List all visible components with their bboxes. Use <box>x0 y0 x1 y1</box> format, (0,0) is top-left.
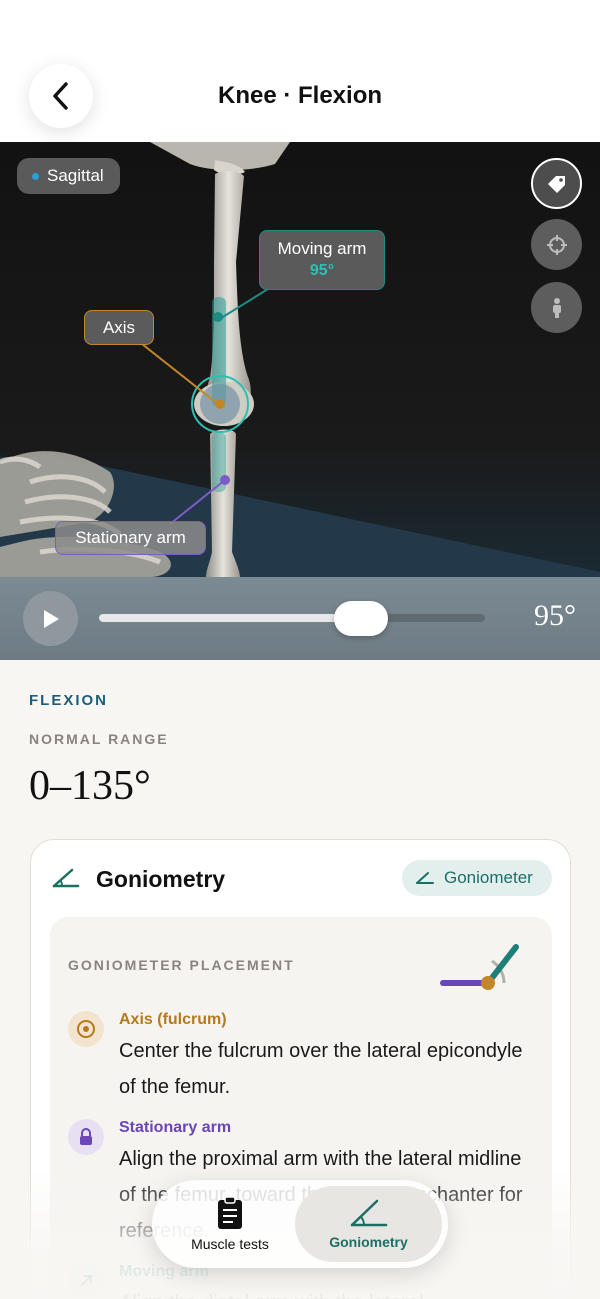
crosshair-icon <box>546 234 567 255</box>
tab-label: Muscle tests <box>191 1236 269 1252</box>
skeleton-illustration <box>0 142 600 577</box>
goniometer-pill-button[interactable]: Goniometer <box>402 860 552 896</box>
recenter-button[interactable] <box>531 219 582 270</box>
step-title: Stationary arm <box>119 1119 232 1136</box>
angle-icon <box>52 868 80 888</box>
play-button[interactable] <box>23 591 78 646</box>
placement-label: GONIOMETER PLACEMENT <box>68 957 295 973</box>
top-bar: Knee · Flexion <box>0 0 600 142</box>
arrow-up-right-icon <box>68 1263 104 1299</box>
card-title: Goniometry <box>96 866 226 892</box>
lock-icon <box>68 1119 104 1155</box>
tag-icon <box>547 175 565 193</box>
normal-range-value: 0–135° <box>29 763 151 809</box>
axis-callout: Axis <box>84 310 154 345</box>
tab-label: Goniometry <box>329 1234 408 1250</box>
plane-label: Sagittal <box>47 166 104 185</box>
labels-toggle-button[interactable] <box>531 158 582 209</box>
body-view-button[interactable] <box>531 282 582 333</box>
goniometer-illustration <box>440 944 519 990</box>
plane-dot <box>32 173 39 180</box>
anatomy-viewer[interactable]: Sagittal Moving arm 95° Axis Stationary … <box>0 142 600 577</box>
angle-slider-track[interactable] <box>99 614 485 622</box>
page-title: Knee · Flexion <box>217 82 383 109</box>
play-icon <box>43 609 59 628</box>
angle-slider-fill <box>99 614 362 622</box>
person-icon <box>552 297 561 318</box>
tab-goniometry[interactable]: Goniometry <box>295 1186 442 1262</box>
stationary-arm-callout: Stationary arm <box>55 521 206 555</box>
tab-muscle-tests[interactable]: Muscle tests <box>160 1186 300 1262</box>
normal-range-label: NORMAL RANGE <box>29 731 169 747</box>
moving-arm-value: 95° <box>309 262 335 279</box>
step-text: Align the distal arm with the lateral <box>119 1285 539 1299</box>
motion-kicker: FLEXION <box>29 692 109 709</box>
angle-icon <box>416 872 434 884</box>
angle-readout: 95° <box>534 599 576 632</box>
step-text: Center the fulcrum over the lateral epic… <box>119 1040 523 1098</box>
angle-slider-thumb[interactable] <box>334 601 389 636</box>
tab-bar: Muscle tests Goniometry <box>152 1180 448 1268</box>
target-icon <box>68 1011 104 1047</box>
goniometer-pill-label: Goniometer <box>444 868 533 887</box>
clipboard-icon <box>218 1196 242 1229</box>
plane-chip[interactable]: Sagittal <box>17 158 120 194</box>
moving-arm-label: Moving arm <box>277 239 367 258</box>
step-title: Axis (fulcrum) <box>119 1011 227 1028</box>
playback-bar: 95° <box>0 577 600 660</box>
moving-arm-callout: Moving arm 95° <box>259 230 385 290</box>
angle-icon <box>350 1199 387 1227</box>
